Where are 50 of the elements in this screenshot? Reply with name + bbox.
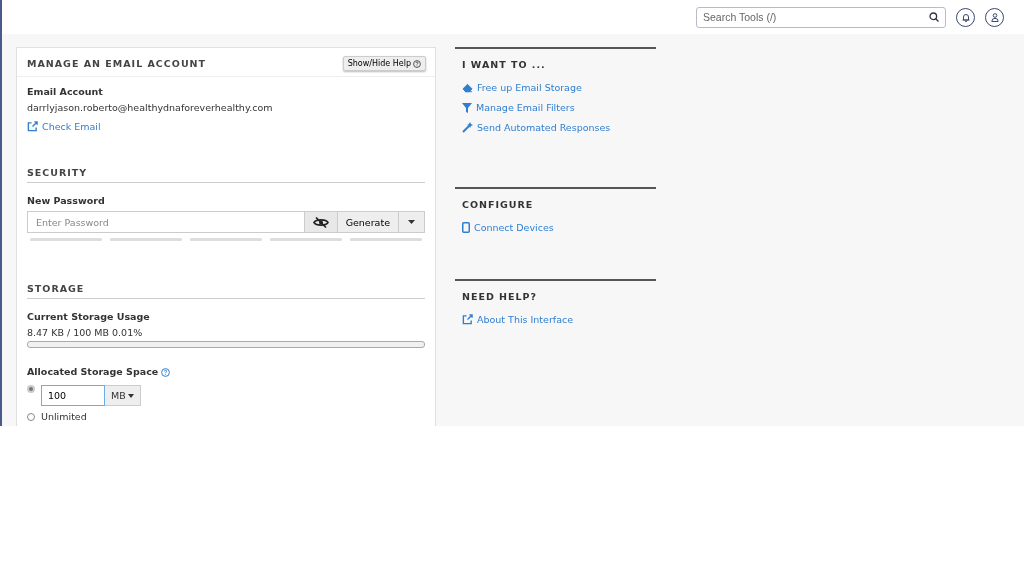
toggle-visibility-button[interactable] <box>304 211 337 233</box>
field-label: Allocated Storage Space <box>27 366 159 377</box>
sidebar-link[interactable]: Manage Email Filters <box>462 102 649 113</box>
sidebar-heading: I WANT TO ... <box>462 59 547 70</box>
option-label: Unlimited <box>41 411 87 422</box>
unit-dropdown[interactable]: MB <box>105 385 141 406</box>
generate-button[interactable]: Generate <box>336 211 398 233</box>
radio-button[interactable] <box>27 385 35 393</box>
caret-icon <box>127 393 134 398</box>
strength-meter-segment <box>110 238 182 241</box>
user-button[interactable] <box>985 7 1004 27</box>
section-heading: STORAGE <box>27 283 425 299</box>
strength-meter-segment <box>190 238 262 241</box>
sidebar-link[interactable]: Send Automated Responses <box>462 122 649 133</box>
notifications-button[interactable] <box>956 7 975 27</box>
bell-icon <box>961 12 970 22</box>
sidebar-link[interactable]: Connect Devices <box>462 222 649 233</box>
sidebar-heading: NEED HELP? <box>462 291 539 302</box>
section-heading: SECURITY <box>27 167 425 183</box>
search-field[interactable]: Search Tools (/) <box>696 6 946 28</box>
eraser-icon <box>462 82 473 93</box>
eye-slash-icon <box>312 216 329 228</box>
phone-icon <box>462 222 470 233</box>
help-icon <box>413 59 421 68</box>
field-label: Email Account <box>27 86 104 97</box>
strength-meter-segment <box>270 238 342 241</box>
field-label: New Password <box>27 195 106 206</box>
user-icon <box>990 12 999 22</box>
sidebar-link[interactable]: About This Interface <box>462 314 649 325</box>
quota-field[interactable]: 100 <box>41 385 105 406</box>
filter-icon <box>462 102 472 113</box>
email-address: darrlyjason.roberto@healthydnaforeverhealthy.com <box>27 102 274 113</box>
strength-meter-segment <box>350 238 422 241</box>
radio-button[interactable] <box>27 412 35 421</box>
help-icon <box>161 368 171 377</box>
strength-meter-segment <box>30 238 102 241</box>
search-icon <box>929 12 939 22</box>
sidebar-heading: CONFIGURE <box>462 199 535 210</box>
external-link-icon <box>462 314 473 325</box>
caret-icon <box>408 220 415 224</box>
generate-options-button[interactable] <box>398 211 425 233</box>
check-email-link[interactable]: Check Email <box>27 121 425 132</box>
sidebar-link[interactable]: Free up Email Storage <box>462 82 649 93</box>
magic-wand-icon <box>462 122 473 133</box>
field-label: Current Storage Usage <box>27 311 151 322</box>
card-title: MANAGE AN EMAIL ACCOUNT <box>27 58 207 69</box>
password-field[interactable]: Enter Password <box>27 211 305 233</box>
storage-usage-text: 8.47 KB / 100 MB 0.01% <box>27 327 144 338</box>
show-hide-help-button[interactable]: Show/Hide Help <box>342 56 426 71</box>
external-link-icon <box>27 121 38 132</box>
